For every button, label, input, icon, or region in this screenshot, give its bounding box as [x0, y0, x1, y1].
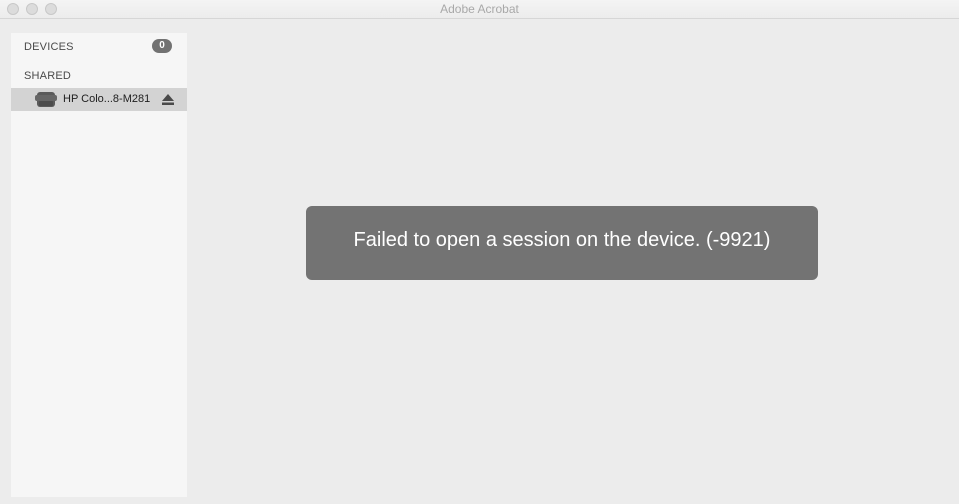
shared-device-label: HP Colo...8-M281	[63, 93, 151, 105]
shared-section-header: SHARED	[24, 70, 72, 82]
app-window: Adobe Acrobat DEVICES 0 SHARED HP Colo..…	[0, 0, 959, 504]
devices-count-badge: 0	[152, 39, 172, 53]
error-message-toast: Failed to open a session on the device. …	[306, 206, 818, 280]
title-bar: Adobe Acrobat	[0, 0, 959, 19]
devices-section-header: DEVICES	[24, 41, 74, 53]
window-title: Adobe Acrobat	[440, 2, 519, 16]
device-sidebar: DEVICES 0 SHARED HP Colo...8-M281	[11, 33, 187, 497]
eject-icon[interactable]	[162, 94, 174, 105]
printer-icon	[35, 92, 57, 107]
shared-device-item[interactable]: HP Colo...8-M281	[11, 88, 187, 111]
